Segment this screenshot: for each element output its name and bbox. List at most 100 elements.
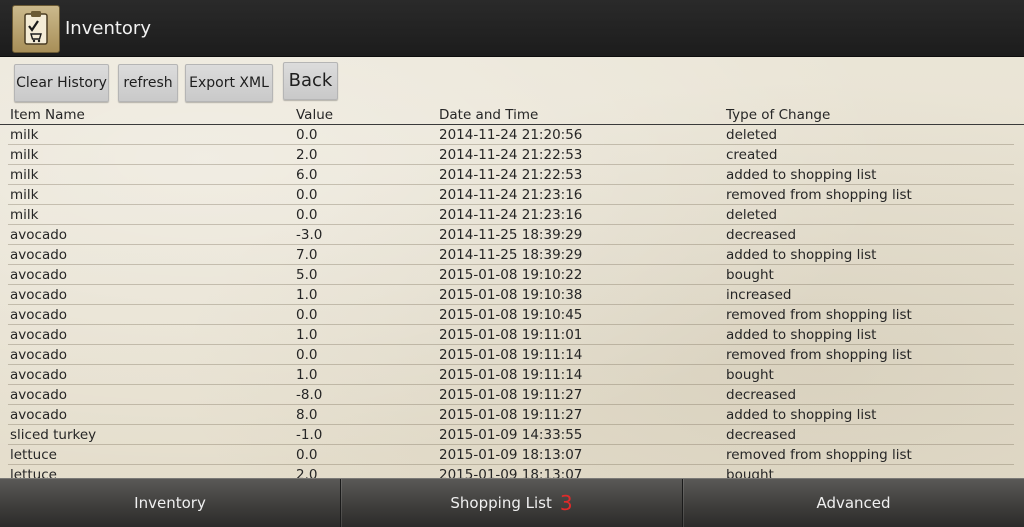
table-row[interactable]: avocado 0.0 2015-01-08 19:10:45 removed fro… xyxy=(0,305,1024,325)
cell-value: 0.0 xyxy=(296,307,318,323)
tab-inventory-label: Inventory xyxy=(134,494,206,512)
table-row[interactable]: avocado 1.0 2015-01-08 19:11:01 added to sh… xyxy=(0,325,1024,345)
tab-shopping-list[interactable]: Shopping List 3 xyxy=(341,479,682,527)
cell-value: 1.0 xyxy=(296,367,318,383)
clipboard-cart-icon[interactable] xyxy=(12,5,60,53)
cell-item-name: avocado xyxy=(10,367,68,383)
bottom-tab-bar: Inventory Shopping List 3 Advanced xyxy=(0,478,1024,527)
table-row[interactable]: sliced turkey -1.0 2015-01-09 14:33:55 decr… xyxy=(0,425,1024,445)
table-row[interactable]: avocado 0.0 2015-01-08 19:11:14 removed fro… xyxy=(0,345,1024,365)
tab-shopping-list-label: Shopping List xyxy=(450,494,552,512)
cell-item-name: sliced turkey xyxy=(10,427,97,443)
cell-value: 0.0 xyxy=(296,347,318,363)
cell-value: 2.0 xyxy=(296,147,318,163)
cell-value: 6.0 xyxy=(296,167,318,183)
cell-type-of-change: increased xyxy=(726,287,792,303)
cell-date-time: 2014-11-25 18:39:29 xyxy=(439,227,583,243)
cell-item-name: avocado xyxy=(10,327,68,343)
cell-date-time: 2015-01-08 19:10:45 xyxy=(439,307,583,323)
cell-item-name: avocado xyxy=(10,307,68,323)
cell-type-of-change: deleted xyxy=(726,127,778,143)
table-row[interactable]: avocado -3.0 2014-11-25 18:39:29 decreased xyxy=(0,225,1024,245)
cell-type-of-change: removed from shopping list xyxy=(726,307,912,323)
table-row[interactable]: milk 6.0 2014-11-24 21:22:53 added to shopp… xyxy=(0,165,1024,185)
cell-date-time: 2015-01-08 19:11:14 xyxy=(439,367,583,383)
cell-item-name: milk xyxy=(10,207,39,223)
column-header-item-name: Item Name xyxy=(10,107,85,123)
cell-item-name: milk xyxy=(10,127,39,143)
table-row[interactable]: avocado 7.0 2014-11-25 18:39:29 added to sh… xyxy=(0,245,1024,265)
table-row[interactable]: milk 0.0 2014-11-24 21:23:16 removed from s… xyxy=(0,185,1024,205)
cell-date-time: 2015-01-08 19:11:14 xyxy=(439,347,583,363)
table-row[interactable]: avocado 1.0 2015-01-08 19:10:38 increased xyxy=(0,285,1024,305)
cell-type-of-change: deleted xyxy=(726,207,778,223)
cell-date-time: 2015-01-09 14:33:55 xyxy=(439,427,583,443)
cell-date-time: 2014-11-24 21:22:53 xyxy=(439,167,583,183)
cell-item-name: avocado xyxy=(10,287,68,303)
cell-item-name: lettuce xyxy=(10,467,57,478)
cell-item-name: milk xyxy=(10,187,39,203)
cell-value: 1.0 xyxy=(296,327,318,343)
cell-type-of-change: decreased xyxy=(726,427,797,443)
tab-inventory[interactable]: Inventory xyxy=(0,479,340,527)
cell-date-time: 2015-01-08 19:10:22 xyxy=(439,267,583,283)
cell-item-name: avocado xyxy=(10,247,68,263)
column-header-date-time: Date and Time xyxy=(439,107,539,123)
table-row[interactable]: milk 0.0 2014-11-24 21:23:16 deleted xyxy=(0,205,1024,225)
cell-date-time: 2014-11-24 21:20:56 xyxy=(439,127,583,143)
cell-type-of-change: created xyxy=(726,147,778,163)
cell-date-time: 2014-11-24 21:22:53 xyxy=(439,147,583,163)
cell-item-name: avocado xyxy=(10,387,68,403)
column-header-value: Value xyxy=(296,107,334,123)
cell-type-of-change: removed from shopping list xyxy=(726,187,912,203)
cell-date-time: 2014-11-24 21:23:16 xyxy=(439,207,583,223)
table-row[interactable]: avocado 5.0 2015-01-08 19:10:22 bought xyxy=(0,265,1024,285)
cell-type-of-change: added to shopping list xyxy=(726,247,877,263)
cell-date-time: 2015-01-08 19:11:27 xyxy=(439,387,583,403)
table-row[interactable]: avocado 8.0 2015-01-08 19:11:27 added to sh… xyxy=(0,405,1024,425)
table-header: Item Name Value Date and Time Type of Ch… xyxy=(0,105,1024,125)
cell-value: 8.0 xyxy=(296,407,318,423)
cell-type-of-change: decreased xyxy=(726,387,797,403)
back-button[interactable]: Back xyxy=(283,62,338,100)
cell-value: 0.0 xyxy=(296,127,318,143)
clear-history-button[interactable]: Clear History xyxy=(14,64,109,102)
cell-value: 7.0 xyxy=(296,247,318,263)
cell-value: 0.0 xyxy=(296,187,318,203)
cell-type-of-change: added to shopping list xyxy=(726,327,877,343)
cell-value: 5.0 xyxy=(296,267,318,283)
cell-value: -3.0 xyxy=(296,227,323,243)
cell-item-name: avocado xyxy=(10,227,68,243)
cell-type-of-change: added to shopping list xyxy=(726,407,877,423)
action-bar: Inventory xyxy=(0,0,1024,57)
cell-value: 1.0 xyxy=(296,287,318,303)
table-row[interactable]: lettuce 2.0 2015-01-09 18:13:07 bought xyxy=(0,465,1024,478)
cell-date-time: 2015-01-09 18:13:07 xyxy=(439,447,583,463)
cell-item-name: avocado xyxy=(10,267,68,283)
cell-type-of-change: added to shopping list xyxy=(726,167,877,183)
tab-advanced[interactable]: Advanced xyxy=(683,479,1024,527)
cell-type-of-change: removed from shopping list xyxy=(726,347,912,363)
table-row[interactable]: avocado 1.0 2015-01-08 19:11:14 bought xyxy=(0,365,1024,385)
table-row[interactable]: milk 2.0 2014-11-24 21:22:53 created xyxy=(0,145,1024,165)
app-title: Inventory xyxy=(65,18,151,39)
cell-value: 2.0 xyxy=(296,467,318,478)
cell-date-time: 2015-01-08 19:10:38 xyxy=(439,287,583,303)
cell-date-time: 2015-01-09 18:13:07 xyxy=(439,467,583,478)
export-xml-button[interactable]: Export XML xyxy=(185,64,273,102)
tab-advanced-label: Advanced xyxy=(816,494,891,512)
cell-date-time: 2015-01-08 19:11:01 xyxy=(439,327,583,343)
table-row[interactable]: milk 0.0 2014-11-24 21:20:56 deleted xyxy=(0,125,1024,145)
shopping-list-count-badge: 3 xyxy=(559,491,573,515)
cell-type-of-change: bought xyxy=(726,467,774,478)
table-body[interactable]: milk 0.0 2014-11-24 21:20:56 deleted milk 2.0… xyxy=(0,125,1024,478)
cell-type-of-change: removed from shopping list xyxy=(726,447,912,463)
table-row[interactable]: lettuce 0.0 2015-01-09 18:13:07 removed fro… xyxy=(0,445,1024,465)
cell-date-time: 2014-11-24 21:23:16 xyxy=(439,187,583,203)
cell-type-of-change: bought xyxy=(726,267,774,283)
cell-item-name: avocado xyxy=(10,347,68,363)
table-row[interactable]: avocado -8.0 2015-01-08 19:11:27 decreased xyxy=(0,385,1024,405)
cell-value: 0.0 xyxy=(296,207,318,223)
refresh-button[interactable]: refresh xyxy=(118,64,178,102)
cell-item-name: avocado xyxy=(10,407,68,423)
